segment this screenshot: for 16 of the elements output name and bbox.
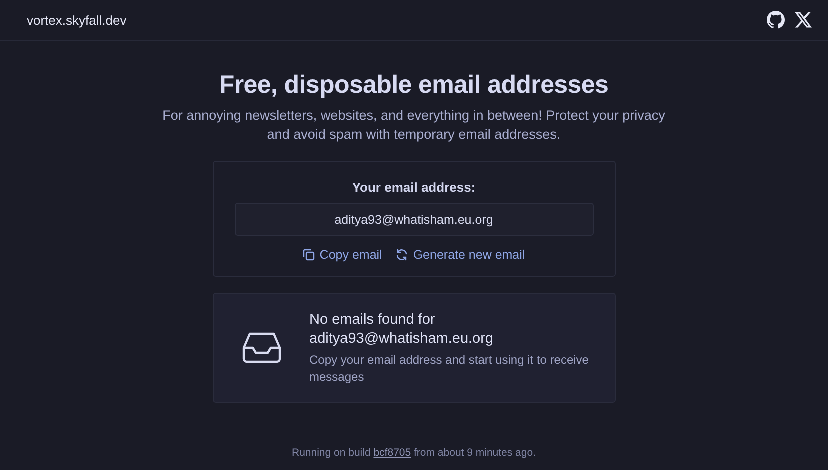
empty-inbox-message: Copy your email address and start using it to receive messages xyxy=(310,352,590,385)
refresh-icon xyxy=(396,249,408,261)
inbox-tray-icon xyxy=(242,332,282,364)
github-icon[interactable] xyxy=(767,11,785,29)
build-link[interactable]: bcf8705 xyxy=(374,447,412,459)
page-title: Free, disposable email addresses xyxy=(219,71,609,100)
site-name[interactable]: vortex.skyfall.dev xyxy=(27,12,127,28)
email-label: Your email address: xyxy=(352,180,476,195)
copy-email-button[interactable]: Copy email xyxy=(300,246,384,264)
email-address-field[interactable]: aditya93@whatisham.eu.org xyxy=(234,203,594,236)
build-info: Running on build bcf8705 from about 9 minutes ago. xyxy=(292,447,536,459)
page-subtitle: For annoying newsletters, websites, and everything in between! Protect your privacy and avoid spam with temporary email addresses. xyxy=(162,107,666,144)
empty-inbox-title: No emails found for aditya93@whatisham.eu.org xyxy=(310,311,494,349)
copy-icon xyxy=(302,249,315,261)
generate-email-button[interactable]: Generate new email xyxy=(394,246,528,264)
x-logo-icon[interactable] xyxy=(795,12,812,28)
